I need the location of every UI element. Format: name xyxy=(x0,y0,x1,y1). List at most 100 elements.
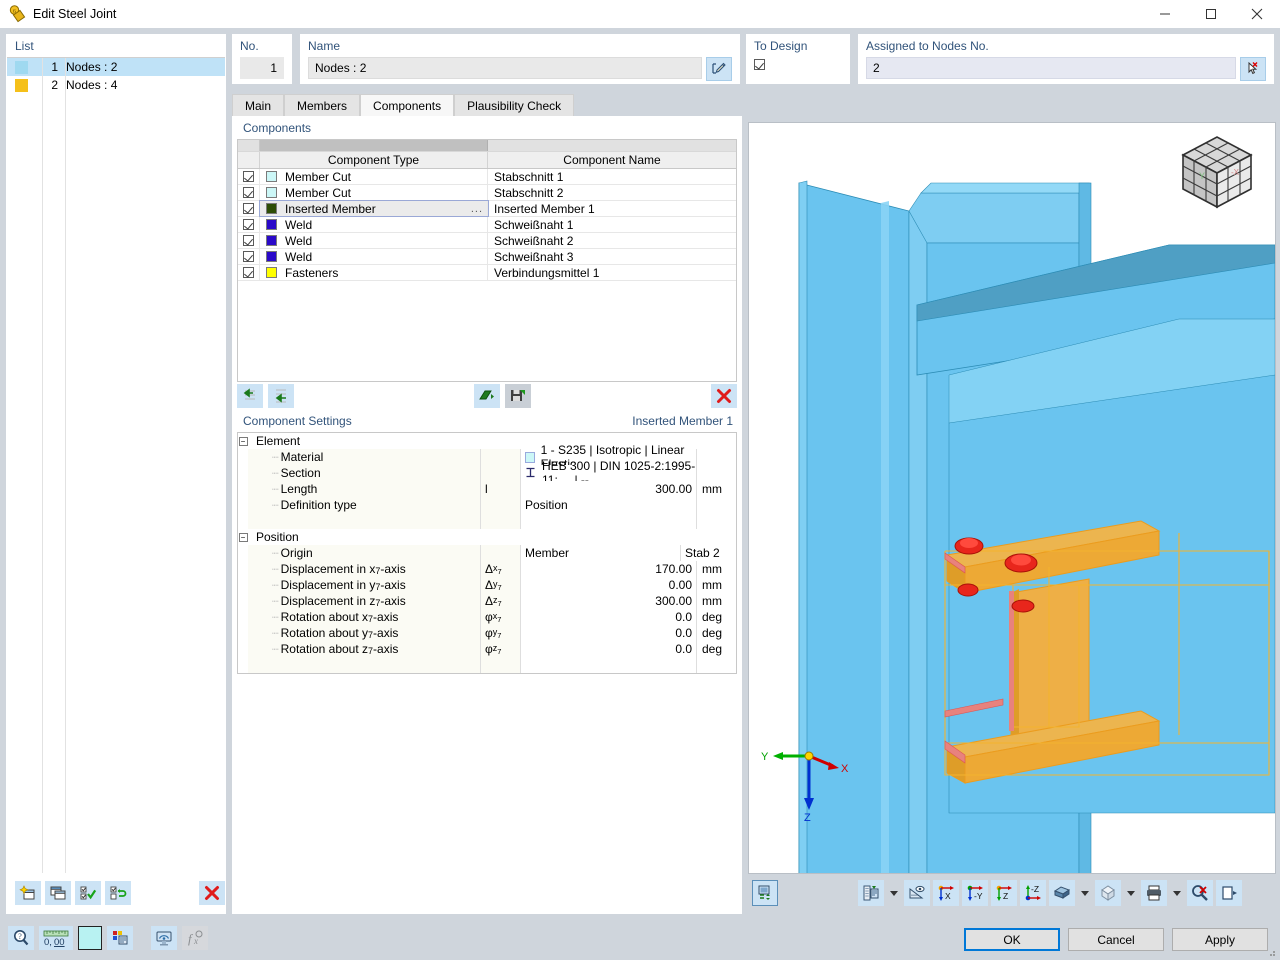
setting-value[interactable]: 0.0 xyxy=(520,641,696,657)
setting-value[interactable]: 0.0 xyxy=(520,625,696,641)
table-row[interactable]: Weld Schweißnaht 2 xyxy=(238,233,736,249)
settings-row[interactable]: ┈ Origin Member Stab 2 xyxy=(238,545,736,561)
view-in-y-icon[interactable]: -Y xyxy=(962,880,988,906)
red-x-icon[interactable] xyxy=(199,881,225,905)
settings-row[interactable]: ┈ Rotation about z7-axis φ z7 0.0 deg xyxy=(238,641,736,657)
component-type-cell[interactable]: Weld xyxy=(260,233,488,248)
panel-toggle-icon[interactable] xyxy=(1216,880,1242,906)
collapse-icon[interactable]: − xyxy=(238,436,248,446)
group-expander[interactable]: − xyxy=(238,433,248,449)
import-green-icon[interactable] xyxy=(474,384,500,408)
insert-row-icon[interactable] xyxy=(237,384,263,408)
invert-check-icon[interactable] xyxy=(105,881,131,905)
apply-button[interactable]: Apply xyxy=(1172,928,1268,951)
tab-components[interactable]: Components xyxy=(360,94,455,116)
settings-row[interactable]: ┈ Displacement in x7-axis Δx7 170.00 mm xyxy=(238,561,736,577)
view-in-x-icon[interactable]: X xyxy=(933,880,959,906)
tab-members[interactable]: Members xyxy=(284,94,361,116)
row-checkbox[interactable] xyxy=(238,169,260,184)
table-row[interactable]: Member Cut Stabschnitt 2 xyxy=(238,185,736,201)
settings-row[interactable]: ┈ Section HEB 300 | DIN 1025-2:1995-11; ..… xyxy=(238,459,736,487)
red-x-icon[interactable] xyxy=(711,384,737,408)
measure-icon[interactable] xyxy=(904,880,930,906)
component-name-cell[interactable]: Verbindungsmittel 1 xyxy=(488,265,736,280)
3d-viewport[interactable]: Y -X Y X Z xyxy=(748,122,1276,874)
row-checkbox[interactable] xyxy=(238,185,260,200)
chevron-down-icon[interactable] xyxy=(890,890,898,896)
wireframe-cube-icon[interactable] xyxy=(1095,880,1121,906)
edit-pencil-icon[interactable] xyxy=(706,57,732,81)
setting-origin-value[interactable]: Stab 2 xyxy=(680,545,736,561)
tab-plausibility-check[interactable]: Plausibility Check xyxy=(454,94,575,116)
render-colors-icon[interactable] xyxy=(107,926,133,950)
row-checkbox[interactable] xyxy=(238,233,260,248)
table-row[interactable]: Weld Schweißnaht 3 xyxy=(238,249,736,265)
component-name-cell[interactable]: Schweißnaht 3 xyxy=(488,249,736,264)
pick-cursor-icon[interactable] xyxy=(1240,57,1266,81)
component-name-cell[interactable]: Stabschnitt 1 xyxy=(488,169,736,184)
assigned-nodes-input[interactable]: 2 xyxy=(866,57,1236,79)
chevron-down-icon[interactable] xyxy=(1127,890,1135,896)
list-item[interactable]: 2 Nodes : 4 xyxy=(7,76,225,94)
settings-row[interactable]: ┈ Rotation about x7-axis φ x7 0.0 deg xyxy=(238,609,736,625)
minimize-button[interactable] xyxy=(1142,0,1188,28)
table-row[interactable]: Member Cut Stabschnitt 1 xyxy=(238,169,736,185)
display-properties-icon[interactable] xyxy=(858,880,884,906)
row-checkbox[interactable] xyxy=(238,249,260,264)
row-ellipsis-button[interactable]: ... xyxy=(471,203,483,215)
ok-button[interactable]: OK xyxy=(964,928,1060,951)
component-name-cell[interactable]: Stabschnitt 2 xyxy=(488,185,736,200)
component-type-cell[interactable]: Weld xyxy=(260,249,488,264)
component-type-cell[interactable]: Inserted Member... xyxy=(259,200,489,217)
close-button[interactable] xyxy=(1234,0,1280,28)
component-type-cell[interactable]: Fasteners xyxy=(260,265,488,280)
shading-icon[interactable] xyxy=(1049,880,1075,906)
zoom-reset-icon[interactable] xyxy=(1187,880,1213,906)
settings-row[interactable]: ┈ Displacement in y7-axis Δy7 0.00 mm xyxy=(238,577,736,593)
display-monitor-icon[interactable] xyxy=(151,926,177,950)
settings-row[interactable]: ┈ Length l 300.00 mm xyxy=(238,481,736,497)
view-in-z-icon[interactable]: Z xyxy=(991,880,1017,906)
component-name-cell[interactable]: Schweißnaht 1 xyxy=(488,217,736,232)
component-type-cell[interactable]: Weld xyxy=(260,217,488,232)
settings-row[interactable]: ┈ Displacement in z7-axis Δz7 300.00 mm xyxy=(238,593,736,609)
view-in-neg-z-icon[interactable]: -Z xyxy=(1020,880,1046,906)
table-row[interactable]: Weld Schweißnaht 1 xyxy=(238,217,736,233)
settings-row[interactable]: ┈ Definition type Position xyxy=(238,497,736,513)
component-name-cell[interactable]: Inserted Member 1 xyxy=(488,201,736,216)
chevron-down-icon[interactable] xyxy=(1173,890,1181,896)
maximize-button[interactable] xyxy=(1188,0,1234,28)
tab-main[interactable]: Main xyxy=(232,94,285,116)
check-all-icon[interactable] xyxy=(75,881,101,905)
color-swatch-icon[interactable] xyxy=(78,926,102,950)
setting-value[interactable]: 300.00 xyxy=(520,593,696,609)
save-green-icon[interactable] xyxy=(505,384,531,408)
row-checkbox[interactable] xyxy=(238,201,260,216)
setting-value[interactable]: 300.00 xyxy=(520,481,696,497)
row-checkbox[interactable] xyxy=(238,217,260,232)
navigation-cube[interactable]: Y -X xyxy=(1173,131,1261,218)
render-settings-icon[interactable] xyxy=(752,880,778,906)
setting-value[interactable]: Position xyxy=(520,497,696,513)
resize-grip[interactable] xyxy=(1265,946,1277,958)
table-row[interactable]: Inserted Member... Inserted Member 1 xyxy=(238,200,736,217)
decimals-icon[interactable]: 0, 00 xyxy=(39,926,73,950)
insert-row-below-icon[interactable] xyxy=(268,384,294,408)
collapse-icon[interactable]: − xyxy=(238,532,248,542)
row-checkbox[interactable] xyxy=(238,265,260,280)
chevron-down-icon[interactable] xyxy=(1081,890,1089,896)
table-row[interactable]: Fasteners Verbindungsmittel 1 xyxy=(238,265,736,281)
component-type-cell[interactable]: Member Cut xyxy=(260,169,488,184)
settings-group-header[interactable]: − Position xyxy=(238,529,736,545)
list-item[interactable]: 1 Nodes : 2 xyxy=(7,58,225,76)
new-window-icon[interactable] xyxy=(15,881,41,905)
name-input[interactable]: Nodes : 2 xyxy=(308,57,702,79)
setting-value[interactable]: 0.0 xyxy=(520,609,696,625)
cancel-button[interactable]: Cancel xyxy=(1068,928,1164,951)
setting-value[interactable]: HEB 300 | DIN 1025-2:1995-11; ... | -- xyxy=(520,459,696,487)
copy-window-icon[interactable] xyxy=(45,881,71,905)
setting-origin-type[interactable]: Member xyxy=(520,545,680,561)
printer-icon[interactable] xyxy=(1141,880,1167,906)
component-name-cell[interactable]: Schweißnaht 2 xyxy=(488,233,736,248)
setting-value[interactable]: 170.00 xyxy=(520,561,696,577)
